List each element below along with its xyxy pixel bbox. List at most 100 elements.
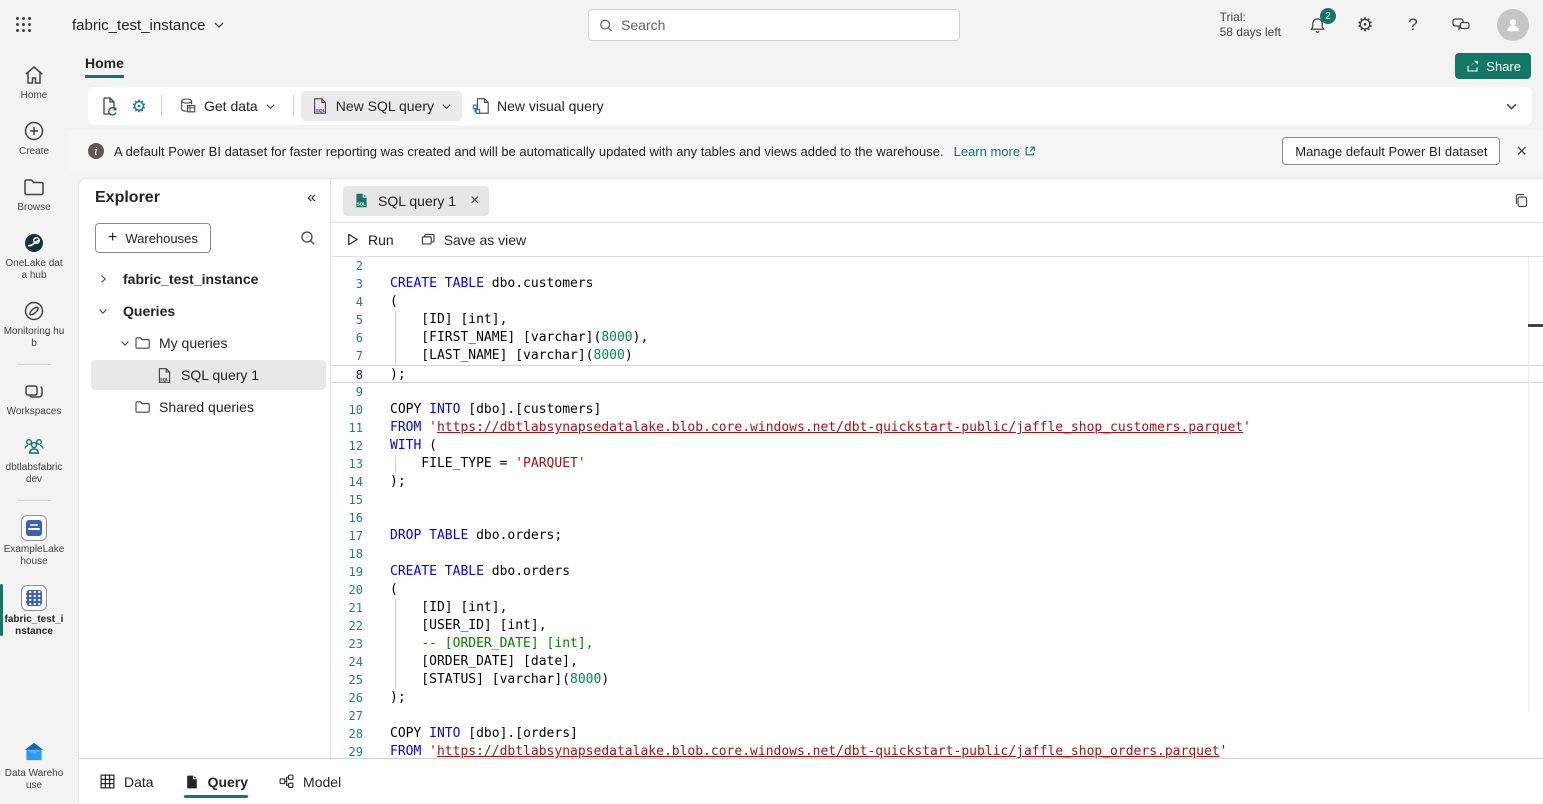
line-number[interactable]: 16	[331, 509, 375, 527]
refresh-dataset-button[interactable]	[94, 91, 124, 121]
line-number[interactable]: 13	[331, 455, 375, 473]
line-number[interactable]: 4	[331, 293, 375, 311]
code-line-4[interactable]: 4(	[331, 293, 1543, 311]
tree-item-shared-queries[interactable]: Shared queries	[79, 391, 330, 423]
line-number[interactable]: 2	[331, 257, 375, 275]
notifications-button[interactable]: 2	[1305, 13, 1329, 37]
new-sql-query-button[interactable]: SQL New SQL query	[301, 91, 462, 121]
chevron-right-icon[interactable]	[95, 271, 111, 287]
tree-item-my-queries[interactable]: My queries	[79, 327, 330, 359]
workspace-switcher[interactable]: fabric_test_instance	[72, 17, 225, 34]
nav-item-create[interactable]: Create	[0, 114, 68, 163]
nav-item-fabric-test-instance[interactable]: fabric_test_instance	[0, 580, 68, 643]
close-tab-icon[interactable]: ×	[470, 193, 479, 209]
code-line-24[interactable]: 24 [ORDER_DATE] [date],	[331, 653, 1543, 671]
learn-more-link[interactable]: Learn more	[954, 144, 1036, 159]
tab-model[interactable]: Model	[278, 759, 341, 804]
line-number[interactable]: 29	[331, 743, 375, 758]
tab-query[interactable]: Query	[184, 759, 248, 804]
help-button[interactable]: ?	[1401, 13, 1425, 37]
line-number[interactable]: 25	[331, 671, 375, 689]
app-launcher-icon[interactable]	[0, 0, 48, 50]
line-number[interactable]: 7	[331, 347, 375, 365]
line-number[interactable]: 8	[331, 366, 375, 382]
add-warehouses-button[interactable]: + Warehouses	[95, 223, 211, 253]
code-line-2[interactable]: 2	[331, 257, 1543, 275]
code-line-13[interactable]: 13 FILE_TYPE = 'PARQUET'	[331, 455, 1543, 473]
settings-toolbar-button[interactable]: ⚙	[124, 91, 154, 121]
tree-item-sql-query-1[interactable]: SQLSQL query 1	[79, 359, 330, 391]
line-number[interactable]: 22	[331, 617, 375, 635]
search-input[interactable]	[621, 17, 949, 33]
nav-item-onelake-data-hub[interactable]: OneLake data hub	[0, 226, 68, 287]
code-line-11[interactable]: 11FROM 'https://dbtlabsynapsedatalake.bl…	[331, 419, 1543, 437]
code-line-8[interactable]: 8);	[331, 365, 1543, 383]
line-number[interactable]: 5	[331, 311, 375, 329]
save-as-view-button[interactable]: Save as view	[420, 232, 526, 248]
code-line-23[interactable]: 23 -- [ORDER_DATE] [int],	[331, 635, 1543, 653]
line-number[interactable]: 17	[331, 527, 375, 545]
run-button[interactable]: Run	[345, 232, 394, 248]
code-line-26[interactable]: 26);	[331, 689, 1543, 707]
nav-item-data-warehouse[interactable]: Data Warehouse	[0, 734, 68, 797]
line-number[interactable]: 11	[331, 419, 375, 437]
code-line-29[interactable]: 29FROM 'https://dbtlabsynapsedatalake.bl…	[331, 743, 1543, 758]
code-line-22[interactable]: 22 [USER_ID] [int],	[331, 617, 1543, 635]
line-number[interactable]: 24	[331, 653, 375, 671]
line-number[interactable]: 21	[331, 599, 375, 617]
manage-dataset-button[interactable]: Manage default Power BI dataset	[1282, 137, 1500, 165]
code-line-10[interactable]: 10COPY INTO [dbo].[customers]	[331, 401, 1543, 419]
tree-item-queries[interactable]: Queries	[79, 295, 330, 327]
nav-item-monitoring-hub[interactable]: Monitoring hub	[0, 294, 68, 355]
code-line-9[interactable]: 9	[331, 383, 1543, 401]
line-number[interactable]: 14	[331, 473, 375, 491]
line-number[interactable]: 15	[331, 491, 375, 509]
chevron-down-icon[interactable]	[95, 303, 111, 319]
feedback-button[interactable]	[1449, 13, 1473, 37]
code-line-14[interactable]: 14);	[331, 473, 1543, 491]
account-avatar[interactable]	[1497, 9, 1529, 41]
code-line-28[interactable]: 28COPY INTO [dbo].[orders]	[331, 725, 1543, 743]
line-number[interactable]: 6	[331, 329, 375, 347]
code-line-21[interactable]: 21 [ID] [int],	[331, 599, 1543, 617]
code-line-3[interactable]: 3CREATE TABLE dbo.customers	[331, 275, 1543, 293]
settings-button[interactable]: ⚙	[1353, 13, 1377, 37]
nav-item-dbtlabsfabricdev[interactable]: dbtlabsfabricdev	[0, 430, 68, 491]
line-number[interactable]: 18	[331, 545, 375, 563]
query-tab[interactable]: SQL SQL query 1 ×	[343, 186, 489, 216]
sql-editor[interactable]: 23CREATE TABLE dbo.customers4(5 [ID] [in…	[331, 257, 1543, 758]
tab-home[interactable]: Home	[85, 55, 124, 78]
code-line-25[interactable]: 25 [STATUS] [varchar](8000)	[331, 671, 1543, 689]
line-number[interactable]: 10	[331, 401, 375, 419]
line-number[interactable]: 3	[331, 275, 375, 293]
line-number[interactable]: 9	[331, 383, 375, 401]
new-visual-query-button[interactable]: New visual query	[462, 91, 614, 121]
tab-data[interactable]: Data	[99, 759, 154, 804]
line-number[interactable]: 23	[331, 635, 375, 653]
line-number[interactable]: 19	[331, 563, 375, 581]
code-line-16[interactable]: 16	[331, 509, 1543, 527]
share-button[interactable]: Share	[1455, 53, 1531, 79]
code-line-18[interactable]: 18	[331, 545, 1543, 563]
code-line-19[interactable]: 19CREATE TABLE dbo.orders	[331, 563, 1543, 581]
line-number[interactable]: 28	[331, 725, 375, 743]
code-line-27[interactable]: 27	[331, 707, 1543, 725]
nav-item-home[interactable]: Home	[0, 58, 68, 107]
code-line-7[interactable]: 7 [LAST_NAME] [varchar](8000)	[331, 347, 1543, 365]
code-line-15[interactable]: 15	[331, 491, 1543, 509]
tree-item-fabric-test-instance[interactable]: fabric_test_instance	[79, 263, 330, 295]
collapse-toolbar-button[interactable]	[1496, 91, 1526, 121]
line-number[interactable]: 27	[331, 707, 375, 725]
search-box[interactable]	[588, 9, 960, 41]
get-data-button[interactable]: Get data	[169, 91, 286, 121]
code-line-6[interactable]: 6 [FIRST_NAME] [varchar](8000),	[331, 329, 1543, 347]
nav-item-browse[interactable]: Browse	[0, 170, 68, 219]
code-line-5[interactable]: 5 [ID] [int],	[331, 311, 1543, 329]
line-number[interactable]: 12	[331, 437, 375, 455]
code-line-12[interactable]: 12WITH (	[331, 437, 1543, 455]
code-line-17[interactable]: 17DROP TABLE dbo.orders;	[331, 527, 1543, 545]
code-line-20[interactable]: 20(	[331, 581, 1543, 599]
collapse-explorer-icon[interactable]: «	[307, 189, 316, 207]
chevron-down-icon[interactable]	[117, 335, 133, 351]
line-number[interactable]: 20	[331, 581, 375, 599]
